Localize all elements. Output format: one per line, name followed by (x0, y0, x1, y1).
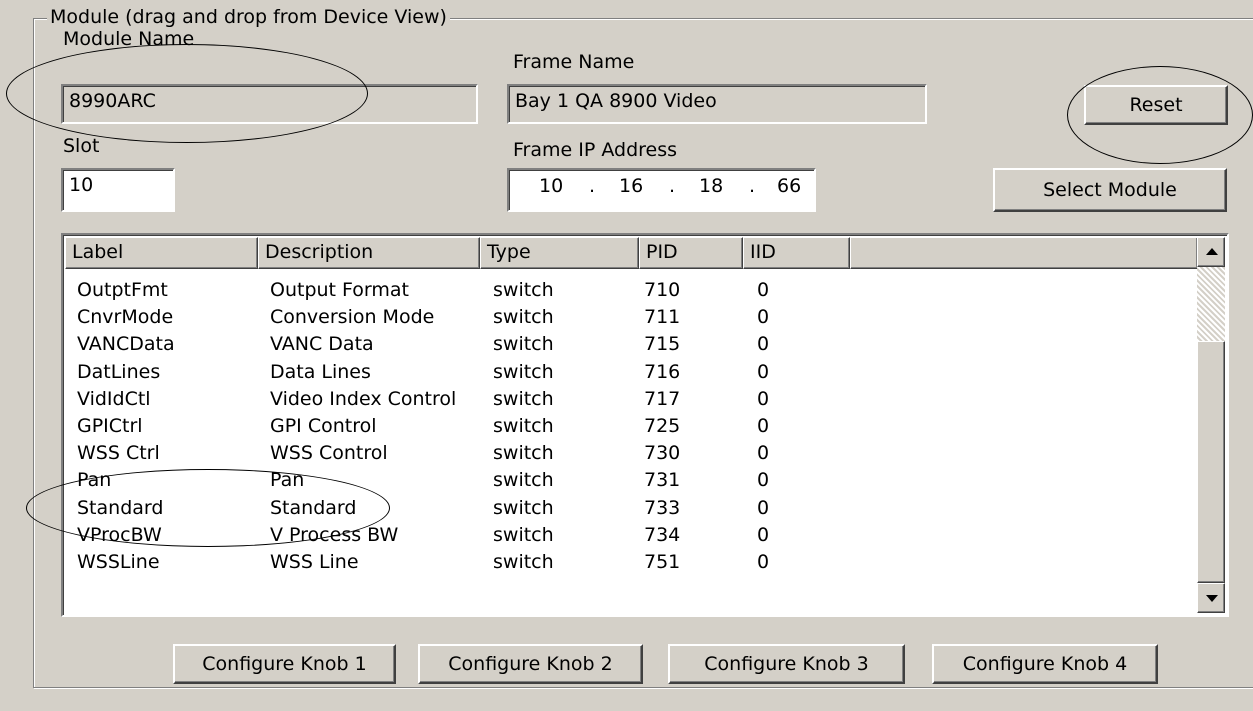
row-iid: 0 (757, 279, 770, 301)
row-iid: 0 (757, 469, 770, 492)
row-label: WSSLine (77, 551, 160, 573)
slot-input[interactable]: 10 (61, 168, 175, 212)
row-type: switch (493, 496, 554, 519)
row-type: switch (493, 333, 554, 356)
row-label: CnvrMode (77, 306, 174, 329)
column-header-iid[interactable]: IID (743, 237, 850, 269)
parameter-list[interactable]: Label Description Type PID IID OutptFmt O… (61, 233, 1229, 617)
row-description: WSS Control (270, 442, 388, 465)
row-pid: 733 (644, 496, 681, 519)
row-type: switch (493, 469, 554, 492)
group-title: Module (drag and drop from Device View) (47, 6, 450, 28)
row-description: Standard (270, 496, 357, 519)
row-label: OutptFmt (77, 279, 168, 301)
ip-dot-1: . (589, 175, 596, 197)
configure-knob-1-button[interactable]: Configure Knob 1 (173, 644, 396, 684)
module-name-field[interactable]: 8990ARC (61, 84, 478, 124)
slot-label: Slot (63, 135, 100, 157)
up-arrow-icon (1206, 248, 1218, 255)
row-description: VANC Data (270, 333, 374, 356)
select-module-button[interactable]: Select Module (993, 168, 1227, 212)
ip-dot-3: . (749, 175, 756, 197)
module-name-label: Module Name (63, 28, 195, 50)
row-label: Pan (77, 469, 112, 492)
row-type: switch (493, 387, 554, 410)
row-pid: 734 (644, 523, 681, 546)
row-type: switch (493, 551, 554, 573)
column-header-description[interactable]: Description (258, 237, 480, 269)
row-label: VidIdCtl (77, 387, 151, 410)
row-label: VProcBW (77, 523, 162, 546)
configure-knob-2-button[interactable]: Configure Knob 2 (418, 644, 643, 684)
row-description: Pan (270, 469, 305, 492)
row-pid: 751 (644, 551, 681, 573)
row-type: switch (493, 523, 554, 546)
frame-ip-field[interactable]: 10 . 16 . 18 . 66 (507, 168, 816, 212)
ip-octet-3: 18 (699, 175, 724, 197)
row-description: GPI Control (270, 415, 377, 437)
row-pid: 716 (644, 360, 681, 383)
vertical-scrollbar[interactable] (1197, 237, 1225, 613)
configure-knob-3-button[interactable]: Configure Knob 3 (668, 644, 905, 684)
row-pid: 717 (644, 387, 681, 410)
row-description: V Process BW (270, 523, 399, 546)
row-iid: 0 (757, 523, 770, 546)
row-description: Video Index Control (270, 387, 457, 410)
row-iid: 0 (757, 442, 770, 465)
row-iid: 0 (757, 551, 770, 573)
row-iid: 0 (757, 496, 770, 519)
row-type: switch (493, 360, 554, 383)
row-label: DatLines (77, 360, 161, 383)
column-header-pid[interactable]: PID (639, 237, 743, 269)
configure-knob-4-button[interactable]: Configure Knob 4 (932, 644, 1158, 684)
scroll-down-button[interactable] (1197, 583, 1225, 613)
reset-button[interactable]: Reset (1084, 85, 1228, 125)
row-description: WSS Line (270, 551, 359, 573)
column-header-label[interactable]: Label (65, 237, 258, 269)
row-label: WSS Ctrl (77, 442, 160, 465)
row-description: Conversion Mode (270, 306, 435, 329)
row-pid: 711 (644, 306, 681, 329)
row-iid: 0 (757, 306, 770, 329)
row-description: Data Lines (270, 360, 371, 383)
ip-octet-1: 10 (539, 175, 564, 197)
down-arrow-icon (1206, 595, 1218, 602)
scroll-up-button[interactable] (1197, 237, 1225, 267)
row-type: switch (493, 279, 554, 301)
ip-dot-2: . (669, 175, 676, 197)
row-iid: 0 (757, 333, 770, 356)
row-pid: 725 (644, 415, 681, 437)
row-type: switch (493, 306, 554, 329)
row-pid: 715 (644, 333, 681, 356)
row-iid: 0 (757, 415, 770, 437)
frame-ip-label: Frame IP Address (513, 139, 678, 161)
row-iid: 0 (757, 387, 770, 410)
row-pid: 730 (644, 442, 681, 465)
column-header-blank (850, 237, 1198, 269)
frame-name-field[interactable]: Bay 1 QA 8900 Video (507, 84, 927, 124)
row-label: GPICtrl (77, 415, 143, 437)
ip-octet-2: 16 (619, 175, 644, 197)
scroll-thumb[interactable] (1197, 341, 1225, 583)
row-iid: 0 (757, 360, 770, 383)
column-header-type[interactable]: Type (480, 237, 639, 269)
row-pid: 731 (644, 469, 681, 492)
scroll-track[interactable] (1197, 267, 1225, 341)
row-type: switch (493, 442, 554, 465)
ip-octet-4: 66 (777, 175, 802, 197)
frame-name-label: Frame Name (513, 51, 635, 73)
row-description: Output Format (270, 279, 409, 301)
row-label: VANCData (77, 333, 175, 356)
row-label: Standard (77, 496, 164, 519)
row-pid: 710 (644, 279, 681, 301)
row-type: switch (493, 415, 554, 437)
